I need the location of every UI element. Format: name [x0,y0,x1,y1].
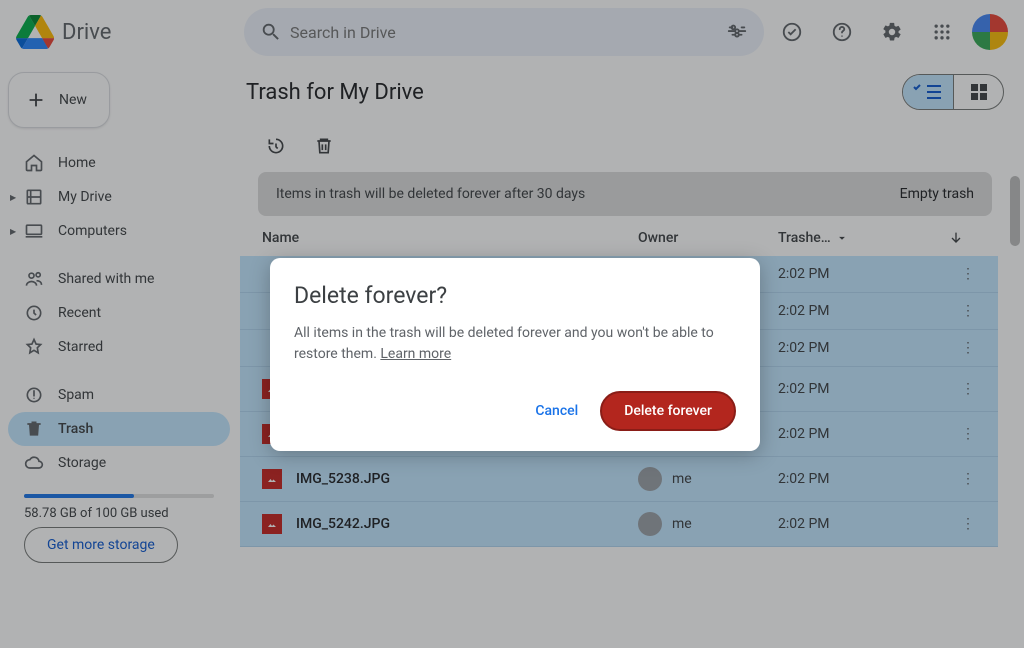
dialog-body: All items in the trash will be deleted f… [294,323,736,365]
delete-forever-button[interactable]: Delete forever [600,391,736,431]
learn-more-link[interactable]: Learn more [380,346,451,362]
dialog-title: Delete forever? [294,282,736,309]
cancel-button[interactable]: Cancel [523,395,590,427]
delete-forever-dialog: Delete forever? All items in the trash w… [270,258,760,451]
